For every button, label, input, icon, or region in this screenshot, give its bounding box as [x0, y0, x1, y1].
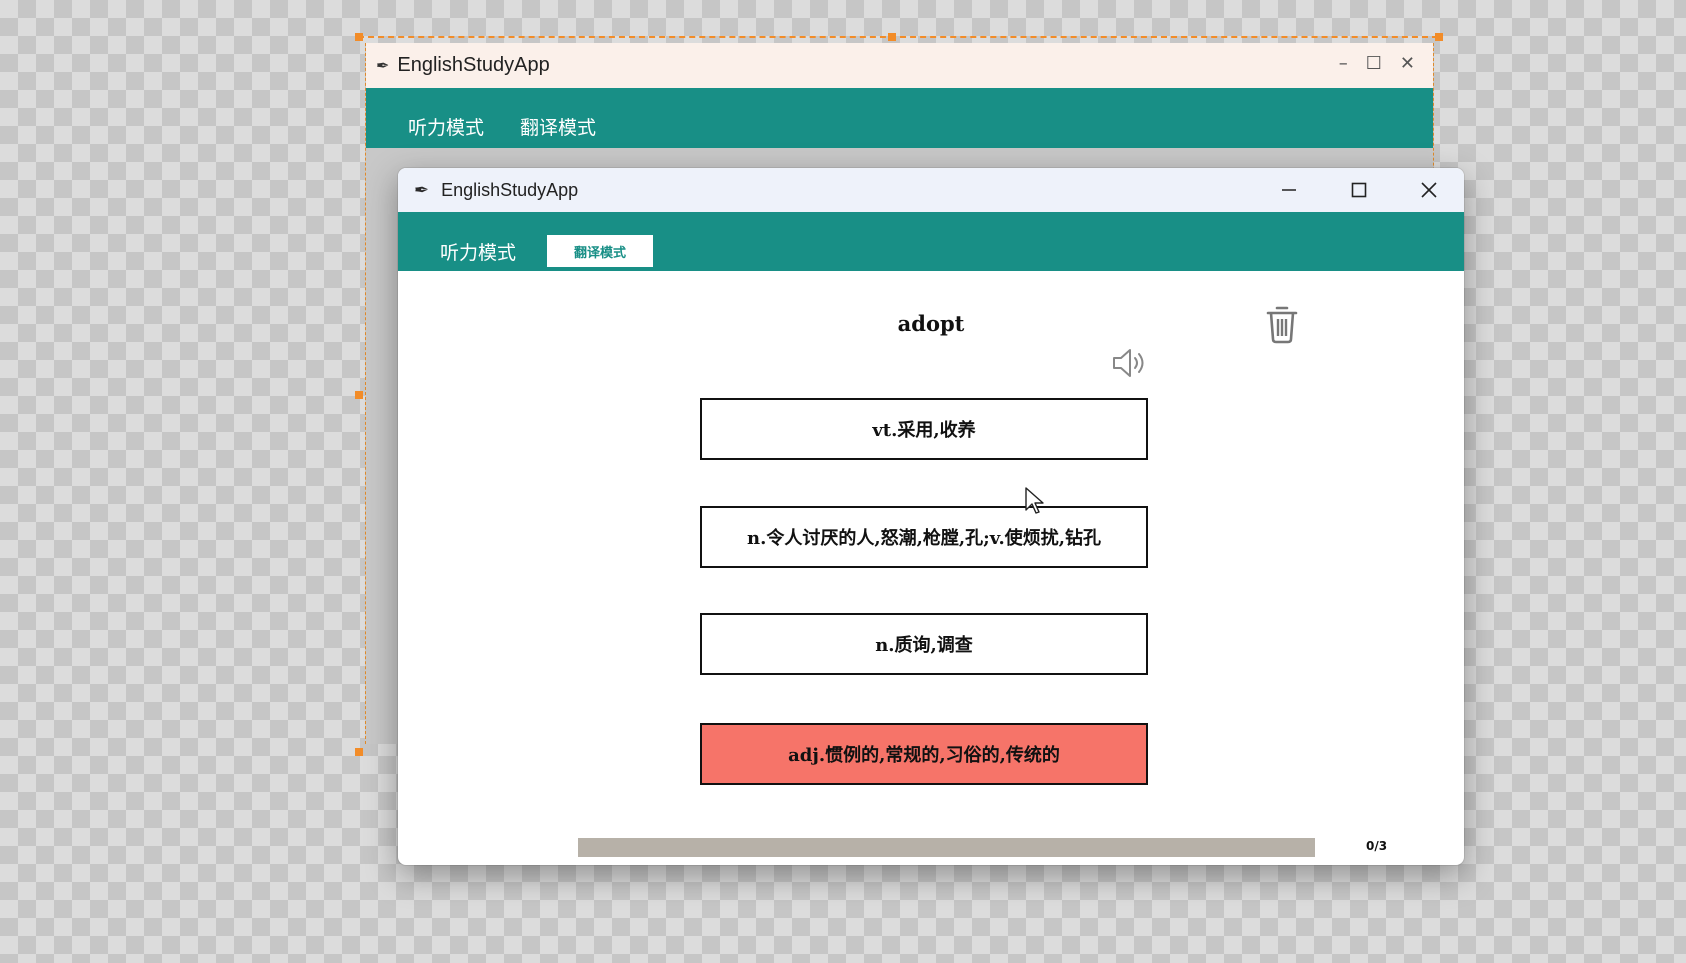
background-titlebar: ✒ EnglishStudyApp – ☐ ✕	[366, 43, 1433, 88]
trash-icon	[1266, 306, 1298, 344]
tab-listening-mode[interactable]: 听力模式	[440, 238, 516, 265]
title-bar: ✒ EnglishStudyApp	[398, 168, 1464, 212]
window-controls	[1254, 168, 1464, 212]
maximize-icon[interactable]: ☐	[1366, 53, 1382, 74]
close-icon[interactable]: ✕	[1400, 53, 1415, 74]
minimize-icon	[1282, 189, 1296, 191]
progress-counter: 0/3	[1366, 839, 1388, 853]
resize-handle[interactable]	[355, 391, 363, 399]
resize-handle[interactable]	[1435, 33, 1443, 41]
background-tab-listen[interactable]: 听力模式	[408, 113, 484, 140]
answer-option-4[interactable]: adj.惯例的,常规的,习俗的,传统的	[700, 723, 1148, 785]
minimize-icon[interactable]: –	[1339, 53, 1348, 74]
answer-option-label: n.质询,调查	[875, 635, 973, 656]
minimize-button[interactable]	[1254, 168, 1324, 212]
feather-icon: ✒	[376, 56, 390, 75]
answer-option-label: adj.惯例的,常规的,习俗的,传统的	[788, 745, 1060, 766]
delete-word-button[interactable]	[1264, 304, 1300, 348]
quiz-panel: adopt vt.采用,收养 n.令人讨厌的人,怒潮,枪膛,孔;v.使烦扰,钻孔…	[398, 271, 1464, 865]
window-title: EnglishStudyApp	[441, 179, 579, 200]
speaker-icon	[1113, 349, 1144, 377]
quiz-word: adopt	[398, 311, 1464, 336]
answer-option-3[interactable]: n.质询,调查	[700, 613, 1148, 675]
maximize-icon	[1351, 182, 1367, 198]
resize-handle[interactable]	[888, 33, 896, 41]
background-window-title: EnglishStudyApp	[397, 54, 550, 76]
resize-handle[interactable]	[355, 748, 363, 756]
answer-option-label: n.令人讨厌的人,怒潮,枪膛,孔;v.使烦扰,钻孔	[747, 528, 1101, 549]
background-tab-translate[interactable]: 翻译模式	[520, 113, 596, 140]
background-window-controls: – ☐ ✕	[1339, 53, 1415, 74]
quiz-word-text: adopt	[897, 311, 965, 336]
answer-option-label: vt.采用,收养	[872, 420, 976, 441]
play-pronunciation-button[interactable]	[1111, 346, 1151, 384]
resize-handle[interactable]	[355, 33, 363, 41]
answer-option-1[interactable]: vt.采用,收养	[700, 398, 1148, 460]
maximize-button[interactable]	[1324, 168, 1394, 212]
tab-translation-mode[interactable]: 翻译模式	[547, 235, 653, 267]
answer-option-2[interactable]: n.令人讨厌的人,怒潮,枪膛,孔;v.使烦扰,钻孔	[700, 506, 1148, 568]
feather-icon: ✒	[414, 179, 430, 201]
app-window: ✒ EnglishStudyApp 听力模式 翻译模式 adopt vt.采用,…	[398, 168, 1464, 865]
background-tabbar: 听力模式 翻译模式	[366, 88, 1433, 148]
progress-bar	[578, 838, 1315, 857]
close-icon	[1421, 182, 1437, 198]
close-button[interactable]	[1394, 168, 1464, 212]
